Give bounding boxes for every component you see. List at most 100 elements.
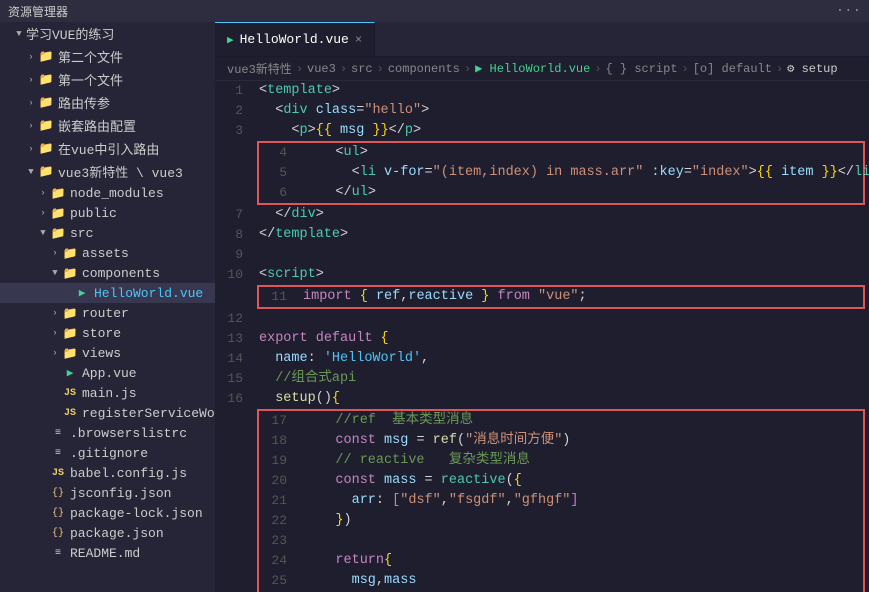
arrow-icon: › bbox=[24, 96, 38, 110]
item-label: main.js bbox=[82, 386, 137, 401]
item-label: .gitignore bbox=[70, 446, 148, 461]
arrow-icon bbox=[48, 366, 62, 380]
sidebar-item-first-file[interactable]: › 📁 第一个文件 bbox=[0, 68, 215, 91]
sidebar-item-public[interactable]: › 📁 public bbox=[0, 203, 215, 223]
code-wrapper: 1 <template> 2 <div class="hello"> 3 <p>… bbox=[215, 81, 869, 592]
code-line-23: 23 bbox=[259, 531, 863, 551]
code-line-24: 24 return{ bbox=[259, 551, 863, 571]
code-line-6: 6 </ul> bbox=[259, 183, 863, 203]
sidebar-item-store[interactable]: › 📁 store bbox=[0, 323, 215, 343]
item-label: views bbox=[82, 346, 121, 361]
code-line-17: 17 //ref 基本类型消息 bbox=[259, 411, 863, 431]
line-num: 2 bbox=[215, 101, 255, 121]
sidebar-item-helloworld[interactable]: ▶ HelloWorld.vue bbox=[0, 283, 215, 303]
line-num: 25 bbox=[259, 571, 299, 591]
code-line-22: 22 }) bbox=[259, 511, 863, 531]
sidebar-item-second-file[interactable]: › 📁 第二个文件 bbox=[0, 45, 215, 68]
code-line-25: 25 msg,mass bbox=[259, 571, 863, 591]
sidebar-item-gitignore[interactable]: ≡ .gitignore bbox=[0, 443, 215, 463]
tab-label: HelloWorld.vue bbox=[240, 32, 349, 47]
json-icon: {} bbox=[50, 525, 66, 541]
folder-icon: 📁 bbox=[38, 72, 54, 88]
item-label: 第一个文件 bbox=[58, 70, 123, 89]
sidebar-item-vue-import[interactable]: › 📁 在vue中引入路由 bbox=[0, 137, 215, 160]
code-line-15: 15 //组合式api bbox=[215, 369, 869, 389]
file-icon: ≡ bbox=[50, 545, 66, 561]
code-line-2: 2 <div class="hello"> bbox=[215, 101, 869, 121]
item-label: package.json bbox=[70, 526, 164, 541]
tab-close-button[interactable]: × bbox=[355, 33, 362, 47]
line-num: 13 bbox=[215, 329, 255, 349]
sidebar-item-package-lock[interactable]: {} package-lock.json bbox=[0, 503, 215, 523]
vue-tab-icon: ▶ bbox=[227, 33, 234, 47]
sidebar-item-components[interactable]: ▼ 📁 components bbox=[0, 263, 215, 283]
line-content: arr: ["dsf","fsgdf","gfhgf"] bbox=[299, 491, 863, 511]
arrow-icon bbox=[48, 386, 62, 400]
arrow-icon: ▼ bbox=[12, 27, 26, 41]
line-num: 3 bbox=[215, 121, 255, 141]
sidebar-item-babel-config[interactable]: JS babel.config.js bbox=[0, 463, 215, 483]
file-icon: ≡ bbox=[50, 425, 66, 441]
line-content: const mass = reactive({ bbox=[299, 471, 863, 491]
arrow-icon bbox=[36, 486, 50, 500]
line-num: 9 bbox=[215, 245, 255, 265]
folder-icon: 📁 bbox=[50, 205, 66, 221]
sidebar-item-router[interactable]: › 📁 router bbox=[0, 303, 215, 323]
main-layout: ▼ 学习VUE的练习 › 📁 第二个文件 › 📁 第一个文件 › 📁 路由传参 … bbox=[0, 22, 869, 592]
sidebar-item-readme[interactable]: ≡ README.md bbox=[0, 543, 215, 563]
arrow-icon bbox=[36, 546, 50, 560]
folder-icon: 📁 bbox=[38, 118, 54, 134]
sidebar-item-src[interactable]: ▼ 📁 src bbox=[0, 223, 215, 243]
line-content: // reactive 复杂类型消息 bbox=[299, 451, 863, 471]
line-content: <div class="hello"> bbox=[255, 101, 869, 121]
line-num: 20 bbox=[259, 471, 299, 491]
code-line-13: 13 export default { bbox=[215, 329, 869, 349]
line-content: name: 'HelloWorld', bbox=[255, 349, 869, 369]
sidebar-item-browserslistrc[interactable]: ≡ .browserslistrc bbox=[0, 423, 215, 443]
folder-icon: 📁 bbox=[38, 164, 54, 180]
sidebar-item-views[interactable]: › 📁 views bbox=[0, 343, 215, 363]
code-editor[interactable]: 1 <template> 2 <div class="hello"> 3 <p>… bbox=[215, 81, 869, 592]
sidebar-item-node-modules[interactable]: › 📁 node_modules bbox=[0, 183, 215, 203]
arrow-icon bbox=[36, 506, 50, 520]
arrow-icon: › bbox=[24, 142, 38, 156]
line-num: 10 bbox=[215, 265, 255, 285]
code-line-8: 8 </template> bbox=[215, 225, 869, 245]
line-num: 14 bbox=[215, 349, 255, 369]
sidebar-item-main-js[interactable]: JS main.js bbox=[0, 383, 215, 403]
line-content: //组合式api bbox=[255, 369, 869, 389]
sidebar: ▼ 学习VUE的练习 › 📁 第二个文件 › 📁 第一个文件 › 📁 路由传参 … bbox=[0, 22, 215, 592]
item-label: node_modules bbox=[70, 186, 164, 201]
sidebar-item-app-vue[interactable]: ▶ App.vue bbox=[0, 363, 215, 383]
highlight-box-setup: 17 //ref 基本类型消息 18 const msg = ref("消息时间… bbox=[257, 409, 865, 592]
item-label: 嵌套路由配置 bbox=[58, 116, 136, 135]
sidebar-item-register-sw[interactable]: JS registerServiceWorker.js bbox=[0, 403, 215, 423]
sidebar-item-assets[interactable]: › 📁 assets bbox=[0, 243, 215, 263]
arrow-icon: › bbox=[24, 119, 38, 133]
code-line-20: 20 const mass = reactive({ bbox=[259, 471, 863, 491]
sidebar-item-route-pass[interactable]: › 📁 路由传参 bbox=[0, 91, 215, 114]
arrow-icon bbox=[36, 446, 50, 460]
sidebar-item-vue3-new[interactable]: ▼ 📁 vue3新特性 \ vue3 bbox=[0, 160, 215, 183]
breadcrumb-item-setup: ⚙ setup bbox=[787, 61, 837, 76]
code-line-5: 5 <li v-for="(item,index) in mass.arr" :… bbox=[259, 163, 863, 183]
arrow-icon bbox=[48, 406, 62, 420]
js-icon: JS bbox=[50, 465, 66, 481]
title-bar: 资源管理器 ··· bbox=[0, 0, 869, 22]
item-label: package-lock.json bbox=[70, 506, 203, 521]
highlight-box-import: 11 import { ref,reactive } from "vue"; bbox=[257, 285, 865, 309]
sidebar-item-nested-route[interactable]: › 📁 嵌套路由配置 bbox=[0, 114, 215, 137]
arrow-icon bbox=[36, 526, 50, 540]
code-line-19: 19 // reactive 复杂类型消息 bbox=[259, 451, 863, 471]
breadcrumb-item-src: src bbox=[351, 62, 373, 76]
folder-icon: 📁 bbox=[62, 325, 78, 341]
title-bar-dots[interactable]: ··· bbox=[836, 3, 861, 19]
line-num: 5 bbox=[259, 163, 299, 183]
tab-helloworld[interactable]: ▶ HelloWorld.vue × bbox=[215, 22, 375, 56]
line-content bbox=[255, 245, 869, 265]
line-num: 7 bbox=[215, 205, 255, 225]
item-label: 在vue中引入路由 bbox=[58, 139, 159, 158]
sidebar-item-root[interactable]: ▼ 学习VUE的练习 bbox=[0, 22, 215, 45]
sidebar-item-package-json[interactable]: {} package.json bbox=[0, 523, 215, 543]
sidebar-item-jsconfig-json[interactable]: {} jsconfig.json bbox=[0, 483, 215, 503]
